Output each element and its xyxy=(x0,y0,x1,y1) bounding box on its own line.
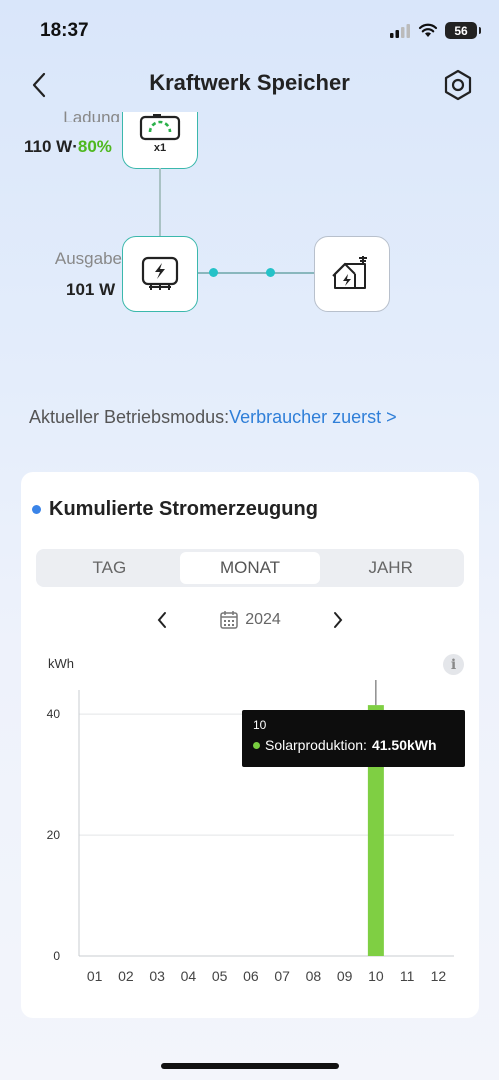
next-year-button[interactable] xyxy=(326,606,350,634)
tooltip-dot-icon xyxy=(253,741,260,749)
year-value: 2024 xyxy=(245,611,281,628)
charge-percent: 80% xyxy=(77,137,112,156)
tooltip-series: Solarproduktion: xyxy=(265,737,367,753)
x-tick-label: 01 xyxy=(87,968,103,984)
home-node[interactable] xyxy=(314,236,390,312)
gear-icon xyxy=(444,69,472,101)
wifi-icon xyxy=(418,23,438,37)
inverter-icon xyxy=(141,256,179,290)
charge-value: 110 W·80% xyxy=(24,137,112,157)
year-picker[interactable]: 2024 xyxy=(219,610,281,630)
house-grid-icon xyxy=(332,256,367,289)
charge-label: Ladung xyxy=(63,108,120,122)
tooltip-value: 41.50kWh xyxy=(371,737,437,753)
x-tick-label: 07 xyxy=(274,968,290,984)
battery-count: x1 xyxy=(153,142,167,154)
calendar-icon xyxy=(220,611,238,629)
mode-link[interactable]: Verbraucher zuerst > xyxy=(229,407,397,427)
card-title-text: Kumulierte Stromerzeugung xyxy=(49,498,318,520)
title-dot-icon xyxy=(32,505,41,514)
battery-icon: 56 xyxy=(445,22,481,39)
x-tick-label: 10 xyxy=(368,968,384,984)
page-title: Kraftwerk Speicher xyxy=(149,70,350,95)
operating-mode: Aktueller Betriebsmodus:Verbraucher zuer… xyxy=(29,407,397,428)
tooltip-row: Solarproduktion: 41.50kWh xyxy=(253,737,454,753)
home-indicator xyxy=(161,1063,339,1069)
inverter-node[interactable] xyxy=(122,236,198,312)
battery-node[interactable]: x1 xyxy=(122,112,198,169)
card-title: Kumulierte Stromerzeugung xyxy=(32,498,318,521)
status-icons: 56 xyxy=(389,22,481,39)
x-tick-label: 06 xyxy=(243,968,259,984)
battery-level: 56 xyxy=(454,23,468,38)
output-value: 101 W xyxy=(66,280,116,299)
x-tick-label: 08 xyxy=(306,968,322,984)
x-tick-label: 05 xyxy=(212,968,228,984)
x-tick-label: 09 xyxy=(337,968,353,984)
prev-year-button[interactable] xyxy=(150,606,174,634)
status-time: 18:37 xyxy=(40,20,89,41)
tab-day[interactable]: TAG xyxy=(39,552,180,584)
x-tick-label: 03 xyxy=(149,968,165,984)
y-axis-unit: kWh xyxy=(48,656,74,671)
tab-month[interactable]: MONAT xyxy=(179,552,321,584)
chevron-left-icon xyxy=(157,612,166,628)
chart-tooltip: 10 Solarproduktion: 41.50kWh xyxy=(242,710,465,767)
x-tick-label: 12 xyxy=(431,968,447,984)
info-icon[interactable]: i xyxy=(443,654,464,675)
flow-dot xyxy=(209,268,218,277)
signal-icon xyxy=(390,24,410,38)
settings-button[interactable] xyxy=(441,68,475,102)
y-tick-label: 40 xyxy=(47,707,61,721)
chevron-right-icon xyxy=(334,612,343,628)
connector-vertical xyxy=(159,168,161,236)
battery-pack-icon xyxy=(139,114,181,141)
mode-label: Aktueller Betriebsmodus: xyxy=(29,407,230,427)
x-tick-label: 11 xyxy=(400,968,415,984)
y-tick-label: 20 xyxy=(47,828,61,842)
tooltip-category: 10 xyxy=(253,718,267,732)
charge-power: 110 W xyxy=(24,137,73,156)
tab-year[interactable]: JAHR xyxy=(320,552,461,584)
x-tick-label: 02 xyxy=(118,968,134,984)
y-tick-label: 0 xyxy=(53,949,60,963)
output-label: Ausgabe xyxy=(54,249,122,268)
x-tick-label: 04 xyxy=(181,968,197,984)
period-tabs: TAG MONAT JAHR xyxy=(36,549,464,587)
flow-dot xyxy=(266,268,275,277)
year-selector: 2024 xyxy=(150,606,350,634)
